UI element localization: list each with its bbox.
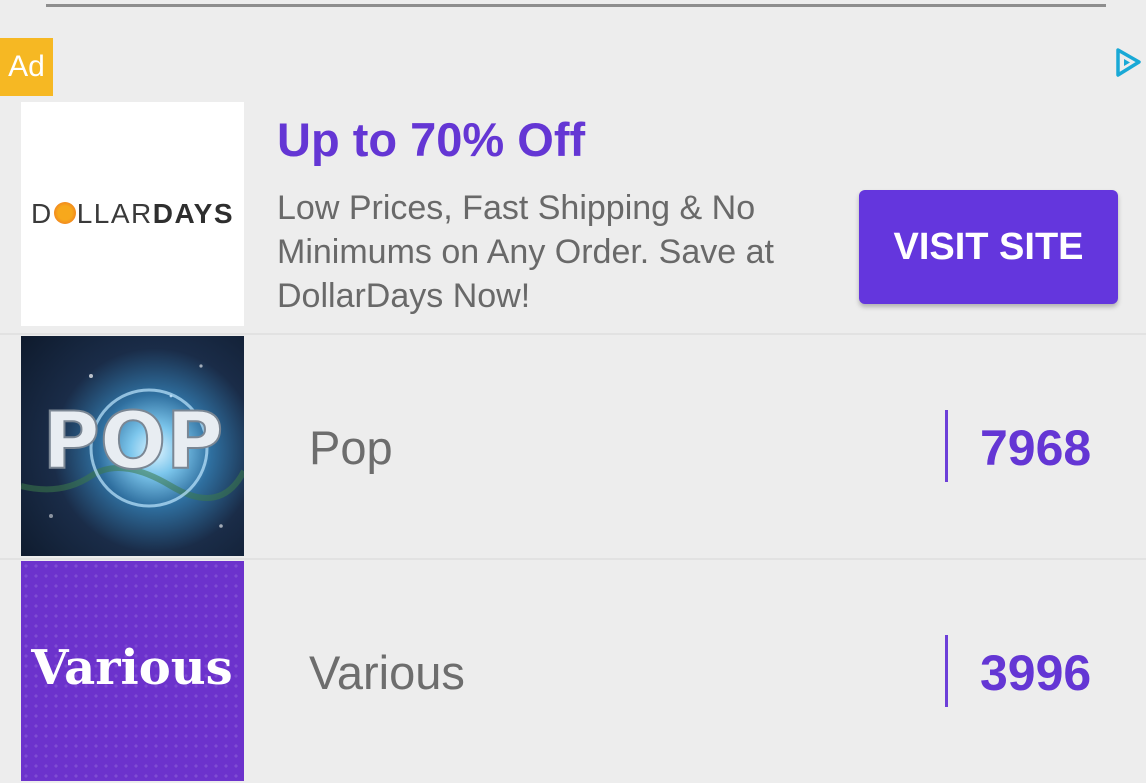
genre-row-pop[interactable]: POP Pop 7968 — [0, 336, 1146, 558]
various-album-art: Various — [21, 561, 244, 781]
pop-thumb-text: POP — [43, 397, 224, 487]
various-thumb-text: Various — [30, 640, 232, 696]
dollardays-logo: D LLAR DAYS — [31, 198, 234, 230]
genre-row-various[interactable]: Various Various 3996 — [0, 561, 1146, 783]
adchoices-icon[interactable] — [1108, 42, 1146, 82]
genre-name: Pop — [309, 421, 393, 474]
pop-album-art-graphic: POP — [21, 364, 244, 528]
various-album-art-graphic: Various — [30, 640, 232, 696]
logo-letters-llar: LLAR — [76, 198, 153, 229]
visit-site-button[interactable]: VISIT SITE — [859, 190, 1118, 304]
count-divider — [945, 635, 948, 707]
genre-count: 3996 — [980, 645, 1092, 701]
row-divider — [0, 333, 1146, 335]
pop-album-art: POP — [21, 336, 244, 556]
ad-description[interactable]: Low Prices, Fast Shipping & No Minimums … — [277, 186, 837, 318]
ad-badge: Ad — [0, 38, 53, 96]
advertiser-logo[interactable]: D LLAR DAYS — [21, 102, 244, 326]
row-divider — [0, 558, 1146, 560]
logo-letters-days: DAYS — [152, 198, 234, 229]
sun-icon — [53, 202, 76, 224]
logo-letter-d: D — [30, 198, 53, 229]
count-divider — [945, 410, 948, 482]
ad-headline[interactable]: Up to 70% Off — [277, 112, 585, 167]
genre-name: Various — [309, 646, 465, 699]
genre-count: 7968 — [980, 420, 1092, 476]
top-divider — [46, 4, 1106, 7]
